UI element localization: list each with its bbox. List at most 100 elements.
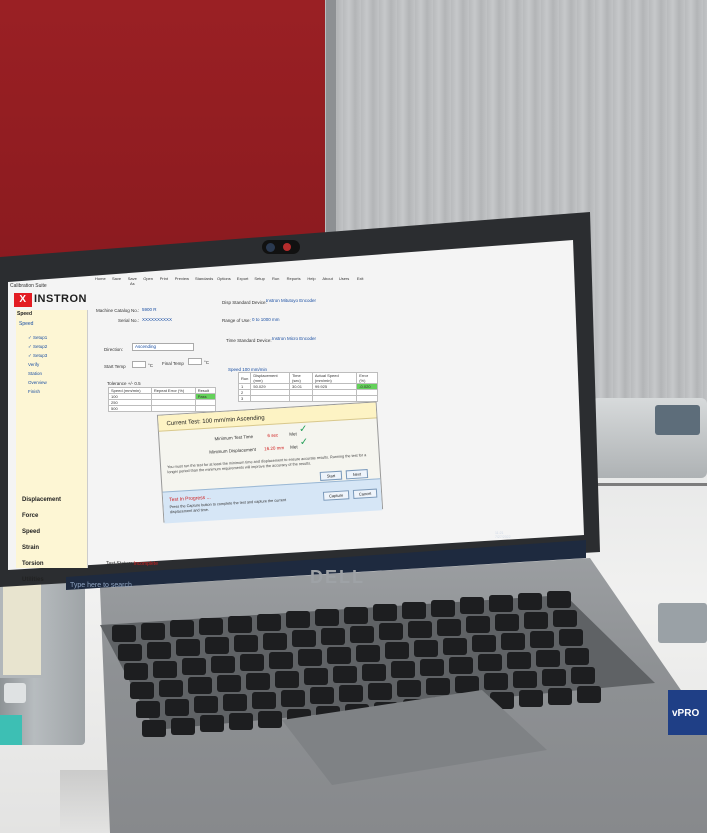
sidebar-step[interactable]: Overview: [28, 378, 47, 387]
ribbon-button[interactable]: Setup: [254, 264, 264, 286]
keyboard-key: [484, 673, 508, 691]
webcam-led: [283, 243, 291, 251]
sidebar-steps: ✓ Setup1 ✓ Setup2 ✓ Setup3 Verify Station Ove…: [28, 333, 47, 396]
keyboard-key: [223, 694, 247, 712]
ribbon-button[interactable]: Exit: [355, 264, 365, 286]
keyboard-key: [252, 691, 276, 709]
capture-button[interactable]: Capture: [322, 490, 350, 501]
table-row: 500: [108, 405, 217, 412]
keyboard-key: [165, 698, 189, 716]
keyboard-key: [136, 701, 160, 718]
keyboard-key: [118, 644, 142, 661]
keyboard-key: [263, 632, 287, 650]
ribbon-button[interactable]: Preview: [175, 264, 189, 286]
keyboard-key: [286, 611, 310, 629]
ribbon-button[interactable]: Reports: [287, 264, 301, 286]
keyboard-key: [315, 608, 339, 626]
sidebar-header: Speed: [17, 311, 33, 317]
ribbon-button[interactable]: Print: [159, 264, 169, 286]
min-time-value: 6 sec: [267, 432, 279, 439]
vpro-badge: vPRO: [668, 690, 707, 735]
cancel-button[interactable]: Cancel: [352, 488, 378, 499]
serial-label: Serial No.:: [118, 318, 140, 323]
keyboard-key: [513, 671, 537, 689]
keyboard-key: [153, 660, 177, 678]
sidebar-step[interactable]: ✓ Setup1: [28, 333, 47, 342]
ribbon-button[interactable]: Open: [143, 264, 153, 286]
sidebar-nav-strain[interactable]: Strain: [22, 540, 61, 556]
sidebar-nav-displacement[interactable]: Displacement: [22, 492, 61, 508]
keyboard-key: [182, 658, 206, 676]
keyboard-key: [200, 715, 224, 733]
keyboard-key: [356, 644, 380, 662]
met-label-2: Met: [289, 444, 298, 450]
table-header: Run Displacement (mm) Time (sec) Actual Spe…: [237, 372, 378, 384]
final-temp-input[interactable]: [188, 358, 202, 365]
keyboard-key: [385, 642, 409, 660]
keyboard-key: [258, 710, 282, 728]
keyboard-key: [478, 654, 502, 672]
ribbon-button[interactable]: Save: [112, 264, 122, 286]
sidebar-step[interactable]: ✓ Setup3: [28, 351, 47, 360]
keyboard-key: [489, 595, 513, 613]
keyboard-key: [240, 653, 264, 671]
time-device-value: Instron Micro Encoder: [272, 336, 317, 341]
cable: [587, 483, 707, 486]
ribbon-button[interactable]: Run: [271, 264, 281, 286]
taskbar-search[interactable]: Type here to search: [70, 582, 132, 589]
start-temp-input[interactable]: [132, 361, 146, 368]
keyboard-key: [292, 630, 316, 648]
ribbon-button[interactable]: Help: [307, 264, 317, 286]
keyboard-key: [333, 665, 357, 683]
keyboard-key: [408, 621, 432, 638]
sidebar-step[interactable]: ✓ Setup2: [28, 342, 47, 351]
keyboard-key: [112, 625, 136, 642]
encoder-display: [655, 405, 700, 435]
ribbon-button[interactable]: Standards: [195, 264, 213, 286]
keyboard-key: [171, 717, 195, 735]
sidebar-step[interactable]: Verify: [28, 360, 47, 369]
min-disp-value: 16.20 mm: [264, 445, 285, 452]
keyboard-key: [350, 625, 374, 643]
direction-field[interactable]: Ascending: [132, 343, 194, 351]
final-temp-label: Final Temp: [162, 361, 184, 366]
range-value: 0 to 1000 mm: [252, 317, 280, 322]
keyboard-key: [414, 640, 438, 657]
next-button[interactable]: Next: [345, 469, 369, 480]
window-title: Calibration Suite: [10, 283, 47, 289]
wall-divider: [326, 0, 336, 240]
sidebar-nav-torsion[interactable]: Torsion: [22, 556, 61, 572]
keyboard-key: [495, 614, 519, 632]
ribbon-button[interactable]: Home: [95, 264, 106, 286]
sidebar-active[interactable]: Speed: [19, 321, 33, 327]
time-device-label: Time Standard Device:: [226, 338, 272, 343]
keyboard-key: [449, 656, 473, 674]
keyboard-key: [420, 659, 444, 676]
ribbon-button[interactable]: About: [322, 264, 332, 286]
keyboard-key: [304, 668, 328, 686]
check-icon: ✓: [299, 436, 309, 449]
keyboard-key: [310, 687, 334, 705]
keyboard-key: [130, 682, 154, 699]
ribbon-button[interactable]: Options: [217, 264, 231, 286]
keyboard-key: [373, 604, 397, 622]
keyboard-key: [542, 668, 566, 686]
sidebar-step[interactable]: Finish: [28, 387, 47, 396]
run-table: Run Displacement (mm) Time (sec) Actual Spe…: [237, 372, 378, 402]
sidebar-nav-force[interactable]: Force: [22, 508, 61, 524]
direction-label: Direction:: [104, 347, 124, 352]
keyboard-key: [327, 646, 351, 664]
start-button[interactable]: Start: [319, 470, 343, 481]
keyboard-key: [524, 611, 548, 629]
instron-logo: X INSTRON: [14, 293, 87, 307]
table-row: 3: [237, 395, 378, 402]
sidebar-nav-utilities[interactable]: Utilities: [22, 572, 61, 588]
sidebar-nav-speed[interactable]: Speed: [22, 524, 61, 540]
ribbon-button[interactable]: Export: [237, 264, 249, 286]
keyboard-key: [553, 609, 577, 627]
keyboard-key: [501, 633, 525, 651]
ribbon-button[interactable]: Save As: [127, 264, 137, 286]
ribbon-button[interactable]: Users: [339, 264, 349, 286]
sidebar-step[interactable]: Station: [28, 369, 47, 378]
keyboard-key: [228, 615, 252, 633]
